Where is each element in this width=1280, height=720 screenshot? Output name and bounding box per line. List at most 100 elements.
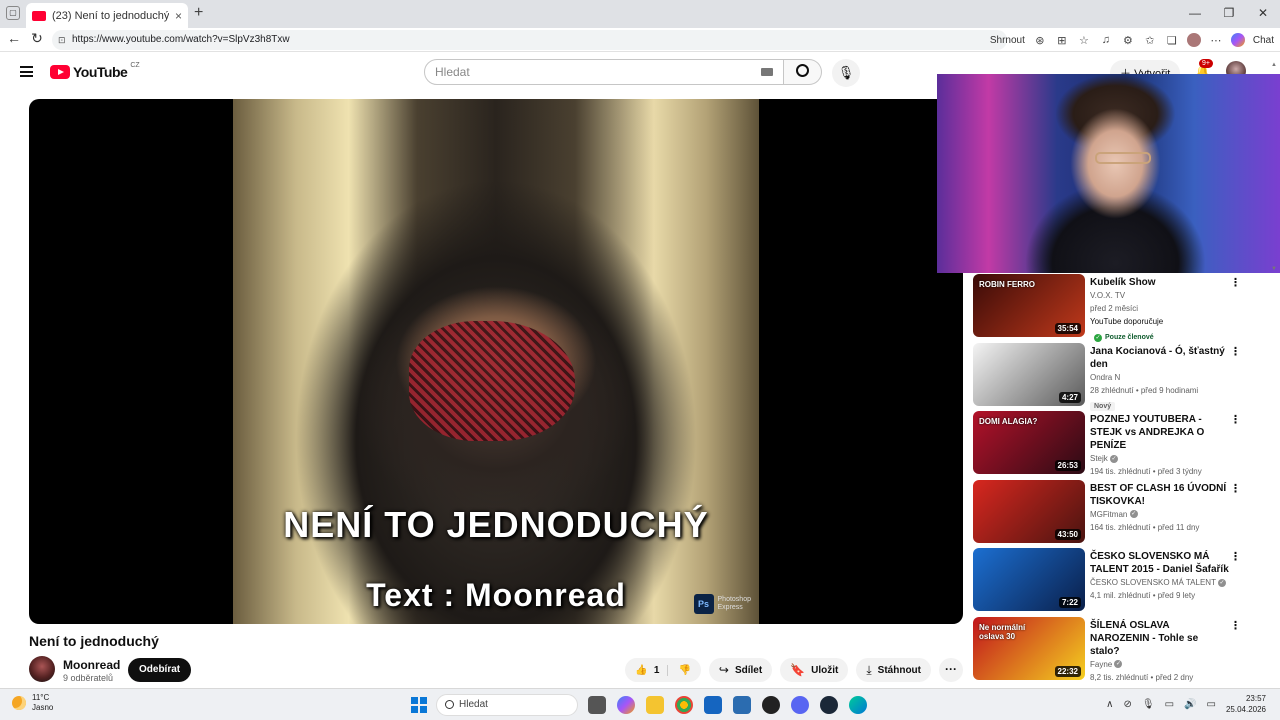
network-icon[interactable]: ⊘ [1124,699,1132,710]
chat-button[interactable]: Chat [1253,35,1274,46]
like-button[interactable]: 👍 1 [625,664,669,676]
volume-icon[interactable]: 🔊 [1184,699,1196,710]
recommendation-title[interactable]: ŠÍLENÁ OSLAVA NAROZENIN - Tohle se stalo… [1090,619,1230,658]
recommendation-item[interactable]: 4:27 Jana Kocianová - Ó, šťastný den Ondra… [973,342,1263,412]
more-vert-icon[interactable]: ⋮ [1230,276,1241,289]
collections-icon[interactable]: ❏ [1165,34,1179,47]
profile-avatar[interactable] [1186,33,1201,47]
chrome-icon[interactable] [675,696,693,714]
favorites-icon[interactable]: ✩ [1143,34,1157,47]
new-tab-button[interactable]: + [194,4,203,22]
task-view-icon[interactable] [588,696,606,714]
recommendation-thumbnail[interactable]: ROBIN FERRO 35:54 [973,274,1085,337]
dislike-button[interactable]: 👎 [668,665,700,676]
obs-icon[interactable] [762,696,780,714]
recommendation-thumbnail[interactable]: DOMI ALAGIA? 26:53 [973,411,1085,474]
download-button[interactable]: ⤓ Stáhnout [856,658,931,682]
weather-widget[interactable]: 11°C Jasno [12,693,53,713]
channel-avatar[interactable] [29,656,55,682]
recommendation-title[interactable]: Jana Kocianová - Ó, šťastný den [1090,345,1230,371]
thumb-down-icon: 👎 [678,664,691,676]
clock-date: 25.04.2026 [1225,705,1266,714]
reload-icon[interactable]: ↻ [27,30,47,47]
recommendation-channel[interactable]: ČESKO SLOVENSKO MÁ TALENT ✓ [1090,576,1230,589]
bell-icon[interactable]: ♫ [1099,34,1113,46]
more-vert-icon[interactable]: ⋮ [1230,413,1241,426]
recommendation-title[interactable]: BEST OF CLASH 16 ÚVODNÍ TISKOVKA! [1090,482,1230,508]
recommendation-thumbnail[interactable]: 4:27 [973,342,1085,406]
summarize-icon[interactable]: ⊛ [1033,34,1047,47]
microphone-icon[interactable]: 🎙 [832,59,860,87]
recommendation-badge: Nový [1090,401,1116,411]
favorite-star-icon[interactable]: ☆ [1077,34,1091,47]
recommendation-item[interactable]: ROBIN FERRO 35:54 Kubelík Show V.O.X. TV pře… [973,274,1263,343]
recommendation-channel[interactable]: Fayne ✓ [1090,658,1230,671]
url-field[interactable]: ⊡ https://www.youtube.com/watch?v=SlpVz3… [52,30,1007,50]
edge-icon[interactable] [849,696,867,714]
recommendation-item[interactable]: 7:22 ČESKO SLOVENSKO MÁ TALENT 2015 - Dan… [973,548,1263,617]
tab-actions-icon[interactable]: ▢ [6,6,20,20]
webcam-glasses-shape [1095,152,1151,164]
recommendation-channel[interactable]: MGFitman ✓ [1090,508,1230,521]
extensions-icon[interactable]: ⚙ [1121,34,1135,47]
search-button[interactable] [784,59,822,85]
minimize-button[interactable]: — [1178,0,1212,28]
more-vert-icon[interactable]: ⋮ [1230,619,1241,632]
page-scrollbar[interactable] [1271,62,1277,272]
more-options-icon[interactable]: ⋯ [1209,34,1223,47]
recommendation-stats: 4,1 mil. zhlédnutí • před 9 lety [1090,591,1196,600]
keyboard-icon[interactable] [761,68,773,76]
more-actions-button[interactable]: ··· [939,658,963,682]
mic-tray-icon[interactable]: 🎙 [1142,699,1155,710]
windows-start-icon[interactable] [411,697,427,713]
copilot-app-icon[interactable] [617,696,635,714]
recommendation-info: ŠÍLENÁ OSLAVA NAROZENIN - Tohle se stalo… [1090,619,1230,698]
share-button[interactable]: ↪ Sdílet [708,658,773,682]
youtube-logo[interactable]: YouTube CZ [50,62,140,80]
site-info-icon[interactable]: ⊡ [58,30,66,50]
recommendation-channel[interactable]: Ondra N [1090,371,1230,384]
search-placeholder: Hledat [435,65,470,79]
tray-chevron-icon[interactable]: ∧ [1106,699,1113,710]
recommendation-item[interactable]: Ne normální oslava 30 22:32 ŠÍLENÁ OSLAVA … [973,616,1263,698]
back-arrow-icon[interactable]: ← [4,30,24,46]
subscribe-button[interactable]: Odebírat [128,658,192,682]
recommendation-thumbnail[interactable]: 43:50 [973,479,1085,543]
display-icon[interactable]: ▭ [1165,699,1174,710]
recommendation-channel[interactable]: Stejk ✓ [1090,452,1230,465]
clock[interactable]: 23:57 25.04.2026 [1226,693,1266,715]
split-screen-icon[interactable]: ⊞ [1055,34,1069,47]
outlook-icon[interactable] [733,696,751,714]
video-player[interactable]: NENÍ TO JEDNODUCHÝ Text : Moonread Ps Ph… [29,99,963,624]
close-window-button[interactable]: ✕ [1246,0,1280,28]
recommendation-title[interactable]: ČESKO SLOVENSKO MÁ TALENT 2015 - Daniel … [1090,550,1230,576]
more-vert-icon[interactable]: ⋮ [1230,345,1241,358]
taskbar-search-input[interactable]: Hledat [436,694,578,716]
address-bar-row: ← ↻ ⊡ https://www.youtube.com/watch?v=Sl… [0,28,1280,52]
browser-tab[interactable]: (23) Není to jednoduchý × [26,3,188,28]
youtube-play-icon [50,65,70,79]
more-vert-icon[interactable]: ⋮ [1230,482,1241,495]
download-icon: ⤓ [866,662,872,677]
recommendation-item[interactable]: 43:50 BEST OF CLASH 16 ÚVODNÍ TISKOVKA! MG… [973,479,1263,549]
recommendation-title[interactable]: POZNEJ YOUTUBERA - STEJK vs ANDREJKA O P… [1090,413,1230,452]
tab-close-icon[interactable]: × [175,9,182,23]
recommendation-thumbnail[interactable]: 7:22 [973,548,1085,611]
search-input[interactable]: Hledat [424,59,784,85]
more-vert-icon[interactable]: ⋮ [1230,550,1241,563]
summarize-button[interactable]: Shrnout [990,35,1025,46]
recommendation-item[interactable]: DOMI ALAGIA? 26:53 POZNEJ YOUTUBERA - STEJ… [973,411,1263,480]
steam-icon[interactable] [820,696,838,714]
save-button[interactable]: 🔖 Uložit [780,658,849,682]
file-explorer-icon[interactable] [646,696,664,714]
recommendation-thumbnail[interactable]: Ne normální oslava 30 22:32 [973,616,1085,680]
copilot-icon[interactable] [1230,33,1245,47]
recommendation-channel[interactable]: V.O.X. TV [1090,289,1230,302]
battery-icon[interactable]: ▭ [1207,699,1216,710]
recommendation-title[interactable]: Kubelík Show [1090,276,1230,289]
discord-icon[interactable] [791,696,809,714]
channel-name[interactable]: Moonread [63,658,120,672]
restore-button[interactable]: ❐ [1212,0,1246,28]
store-icon[interactable] [704,696,722,714]
menu-icon[interactable] [20,66,33,77]
